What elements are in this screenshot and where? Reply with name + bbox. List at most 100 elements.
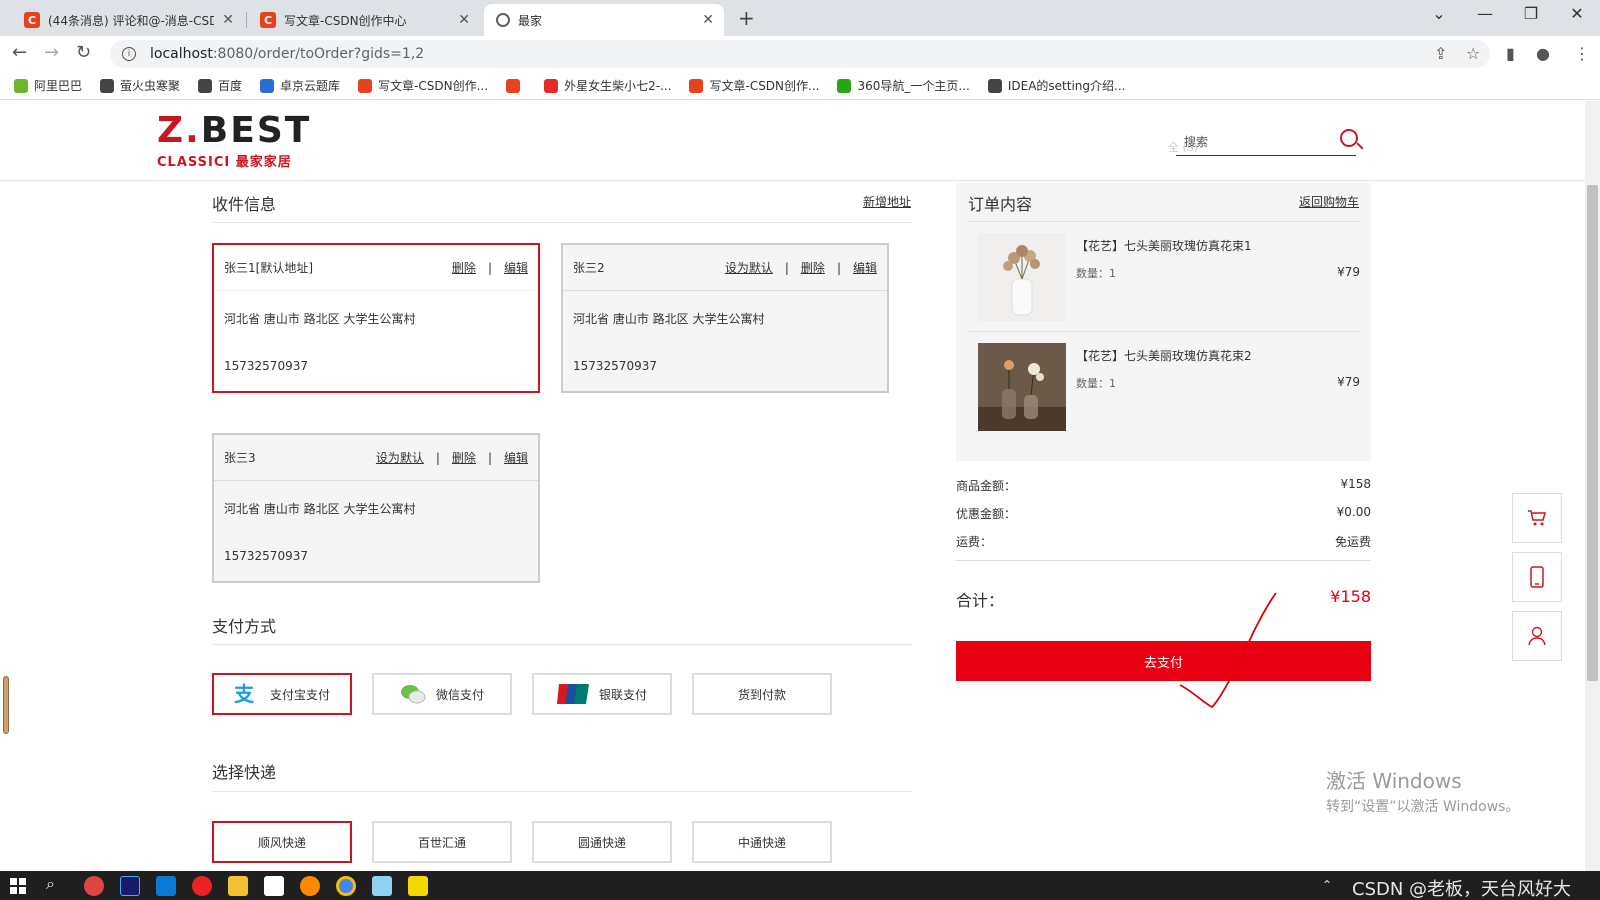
address-card-2[interactable]: 张三2 设为默认 | 删除 | 编辑 河北省 唐山市 路北区 大学生公寓村 15…: [561, 243, 889, 393]
bookmark-item[interactable]: [506, 78, 526, 93]
bookmark-icon: [689, 78, 704, 93]
separator: |: [784, 260, 789, 275]
unionpay-icon: [556, 684, 589, 704]
chrome-icon[interactable]: [336, 876, 356, 896]
folder-icon[interactable]: [228, 876, 248, 896]
tray-chevron-icon[interactable]: ⌃: [1322, 878, 1332, 892]
bookmark-item[interactable]: 写文章-CSDN创作...: [689, 77, 819, 94]
tab-separator: [246, 12, 247, 28]
order-items-panel: 订单内容 返回购物车 【花艺】七头美丽玫瑰仿真花束1 数量：1 ¥79 【花艺】…: [956, 183, 1371, 461]
new-tab-button[interactable]: +: [738, 6, 755, 30]
windows-start-icon[interactable]: [10, 878, 26, 894]
edit-address-link[interactable]: 编辑: [853, 259, 877, 276]
tab-search-chevron-icon[interactable]: ⌄: [1416, 4, 1462, 23]
address-bar-row: ← → ↻ i localhost:8080/order/toOrder?gid…: [0, 36, 1600, 72]
site-logo[interactable]: Z.BEST CLASSICI 最家家居: [157, 113, 311, 171]
tab-csdn-write[interactable]: C 写文章-CSDN创作中心 ✕: [248, 4, 480, 36]
scrollbar-thumb[interactable]: [1587, 185, 1598, 681]
delivery-option-sf[interactable]: 顺风快递: [212, 821, 352, 863]
close-window-button[interactable]: ✕: [1554, 4, 1600, 23]
bookmark-item[interactable]: 阿里巴巴: [14, 77, 82, 94]
delete-address-link[interactable]: 删除: [452, 259, 476, 276]
bookmark-item[interactable]: 写文章-CSDN创作...: [358, 77, 488, 94]
bookmark-item[interactable]: 萤火虫寒聚: [100, 77, 180, 94]
delivery-option-bestex[interactable]: 百世汇通: [372, 821, 512, 863]
reload-icon[interactable]: ↻: [76, 42, 91, 63]
side-panel-icon[interactable]: ▮: [1506, 44, 1515, 63]
search-box[interactable]: 全 (S) 搜索: [1136, 129, 1358, 159]
divider: [212, 222, 912, 223]
close-icon[interactable]: ✕: [702, 12, 714, 28]
share-icon[interactable]: ⇪: [1434, 44, 1447, 63]
site-info-icon[interactable]: i: [122, 47, 136, 61]
menu-kebab-icon[interactable]: ⋮: [1574, 44, 1590, 63]
app-icon[interactable]: [408, 876, 428, 896]
add-address-link[interactable]: 新增地址: [863, 193, 911, 210]
bookmark-label: 百度: [218, 79, 243, 93]
app-icon[interactable]: [192, 876, 212, 896]
address-card-3[interactable]: 张三3 设为默认 | 删除 | 编辑 河北省 唐山市 路北区 大学生公寓村 15…: [212, 433, 540, 583]
delete-address-link[interactable]: 删除: [801, 259, 825, 276]
go-pay-button[interactable]: 去支付: [956, 641, 1371, 681]
bookmark-icon: [198, 78, 213, 93]
edit-address-link[interactable]: 编辑: [504, 259, 528, 276]
tab-csdn-messages[interactable]: C (44条消息) 评论和@-消息-CSDN ✕: [12, 4, 244, 36]
back-arrow-icon[interactable]: ←: [12, 42, 27, 63]
page-scrollbar[interactable]: [1585, 101, 1600, 871]
float-mobile-button[interactable]: [1512, 552, 1562, 602]
bookmark-icon: [837, 78, 852, 93]
minimize-button[interactable]: —: [1462, 4, 1508, 23]
set-default-link[interactable]: 设为默认: [376, 449, 424, 466]
bookmark-item[interactable]: 360导航_一个主页...: [837, 77, 970, 94]
back-to-cart-link[interactable]: 返回购物车: [1299, 193, 1359, 210]
delivery-option-yto[interactable]: 圆通快递: [532, 821, 672, 863]
edit-address-link[interactable]: 编辑: [504, 449, 528, 466]
drag-handle[interactable]: [3, 676, 9, 734]
float-cart-button[interactable]: [1512, 493, 1562, 543]
close-icon[interactable]: ✕: [458, 12, 470, 28]
tab-title: 写文章-CSDN创作中心: [284, 13, 407, 28]
app-icon[interactable]: [84, 876, 104, 896]
address-location: 河北省 唐山市 路北区 大学生公寓村: [573, 312, 765, 326]
freight-label: 运费：: [956, 535, 993, 549]
delete-address-link[interactable]: 删除: [452, 449, 476, 466]
search-icon[interactable]: [1340, 129, 1358, 147]
divider: [212, 644, 912, 645]
item-name[interactable]: 【花艺】七头美丽玫瑰仿真花束2: [1076, 347, 1252, 364]
star-icon[interactable]: ☆: [1466, 44, 1480, 63]
bookmark-label: 外星女生柴小七2-...: [564, 79, 672, 93]
bookmark-item[interactable]: 外星女生柴小七2-...: [544, 77, 671, 94]
notepad-icon[interactable]: [372, 876, 392, 896]
delivery-option-zto[interactable]: 中通快递: [692, 821, 832, 863]
pay-option-wechat[interactable]: 微信支付: [372, 673, 512, 715]
pay-option-unionpay[interactable]: 银联支付: [532, 673, 672, 715]
goods-amount-row: 商品金额： ¥158: [956, 477, 1371, 494]
search-icon[interactable]: ⌕: [46, 874, 55, 894]
bookmark-item[interactable]: 百度: [198, 77, 242, 94]
bookmark-item[interactable]: 卓京云题库: [260, 77, 340, 94]
bookmark-icon: [260, 78, 275, 93]
close-icon[interactable]: ✕: [222, 12, 234, 28]
profile-avatar-icon[interactable]: ●: [1536, 44, 1550, 63]
url-input[interactable]: i localhost:8080/order/toOrder?gids=1,2: [110, 40, 1490, 68]
bookmark-item[interactable]: IDEA的setting介绍...: [987, 77, 1125, 94]
intellij-icon[interactable]: [120, 876, 140, 896]
restore-button[interactable]: ❐: [1508, 4, 1554, 23]
pay-option-cod[interactable]: 货到付款: [692, 673, 832, 715]
product-image[interactable]: [978, 343, 1066, 431]
forward-arrow-icon[interactable]: →: [44, 42, 59, 63]
csdn-watermark-text: CSDN @老板，天台风好大: [1352, 879, 1572, 900]
option-label: 银联支付: [598, 687, 647, 702]
set-default-link[interactable]: 设为默认: [725, 259, 773, 276]
address-name: 张三3: [224, 451, 256, 465]
app-icon[interactable]: [264, 876, 284, 896]
tab-zuijia[interactable]: 最家 ✕: [484, 4, 724, 36]
float-user-button[interactable]: [1512, 611, 1562, 661]
product-image[interactable]: [978, 233, 1066, 321]
app-icon[interactable]: [156, 876, 176, 896]
pay-option-alipay[interactable]: 支 支付宝支付: [212, 673, 352, 715]
item-price: ¥79: [1337, 375, 1360, 389]
app-icon[interactable]: [300, 876, 320, 896]
address-card-1[interactable]: 张三1[默认地址] 删除 | 编辑 河北省 唐山市 路北区 大学生公寓村 157…: [212, 243, 540, 393]
item-name[interactable]: 【花艺】七头美丽玫瑰仿真花束1: [1076, 237, 1252, 254]
